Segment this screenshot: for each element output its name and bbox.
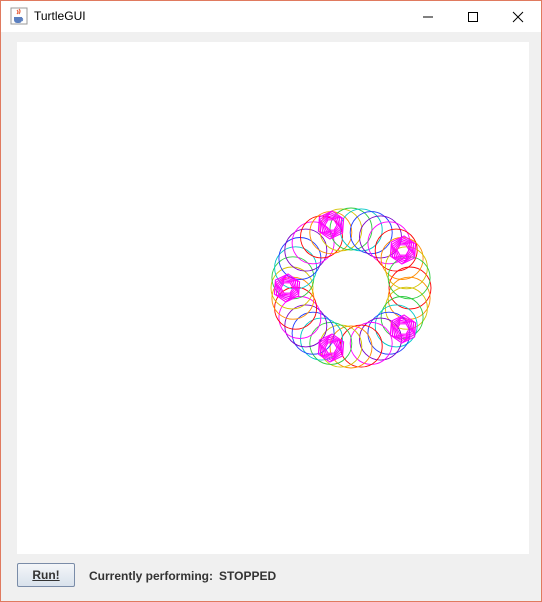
minimize-button[interactable] (405, 1, 450, 32)
spiro-circle (291, 221, 335, 265)
window-title: TurtleGUI (34, 9, 86, 23)
turtle-drawing (270, 207, 432, 369)
title-bar[interactable]: TurtleGUI (1, 1, 541, 32)
spiro-circle (284, 304, 328, 348)
hexagon-mark (396, 244, 410, 256)
spiro-circle (388, 266, 432, 310)
status-label: Currently performing: (89, 569, 214, 583)
close-button[interactable] (495, 1, 540, 32)
java-cup-icon (10, 7, 28, 25)
run-button[interactable]: Run! (17, 563, 75, 587)
spiro-circle (367, 311, 411, 355)
maximize-button[interactable] (450, 1, 495, 32)
minimize-icon (422, 16, 433, 17)
status-value: STOPPED (219, 569, 277, 583)
turtle-canvas (17, 42, 529, 554)
app-window: TurtleGUI Run! Currently performing: STO… (0, 0, 542, 602)
maximize-icon (467, 11, 478, 22)
close-icon (512, 11, 523, 22)
